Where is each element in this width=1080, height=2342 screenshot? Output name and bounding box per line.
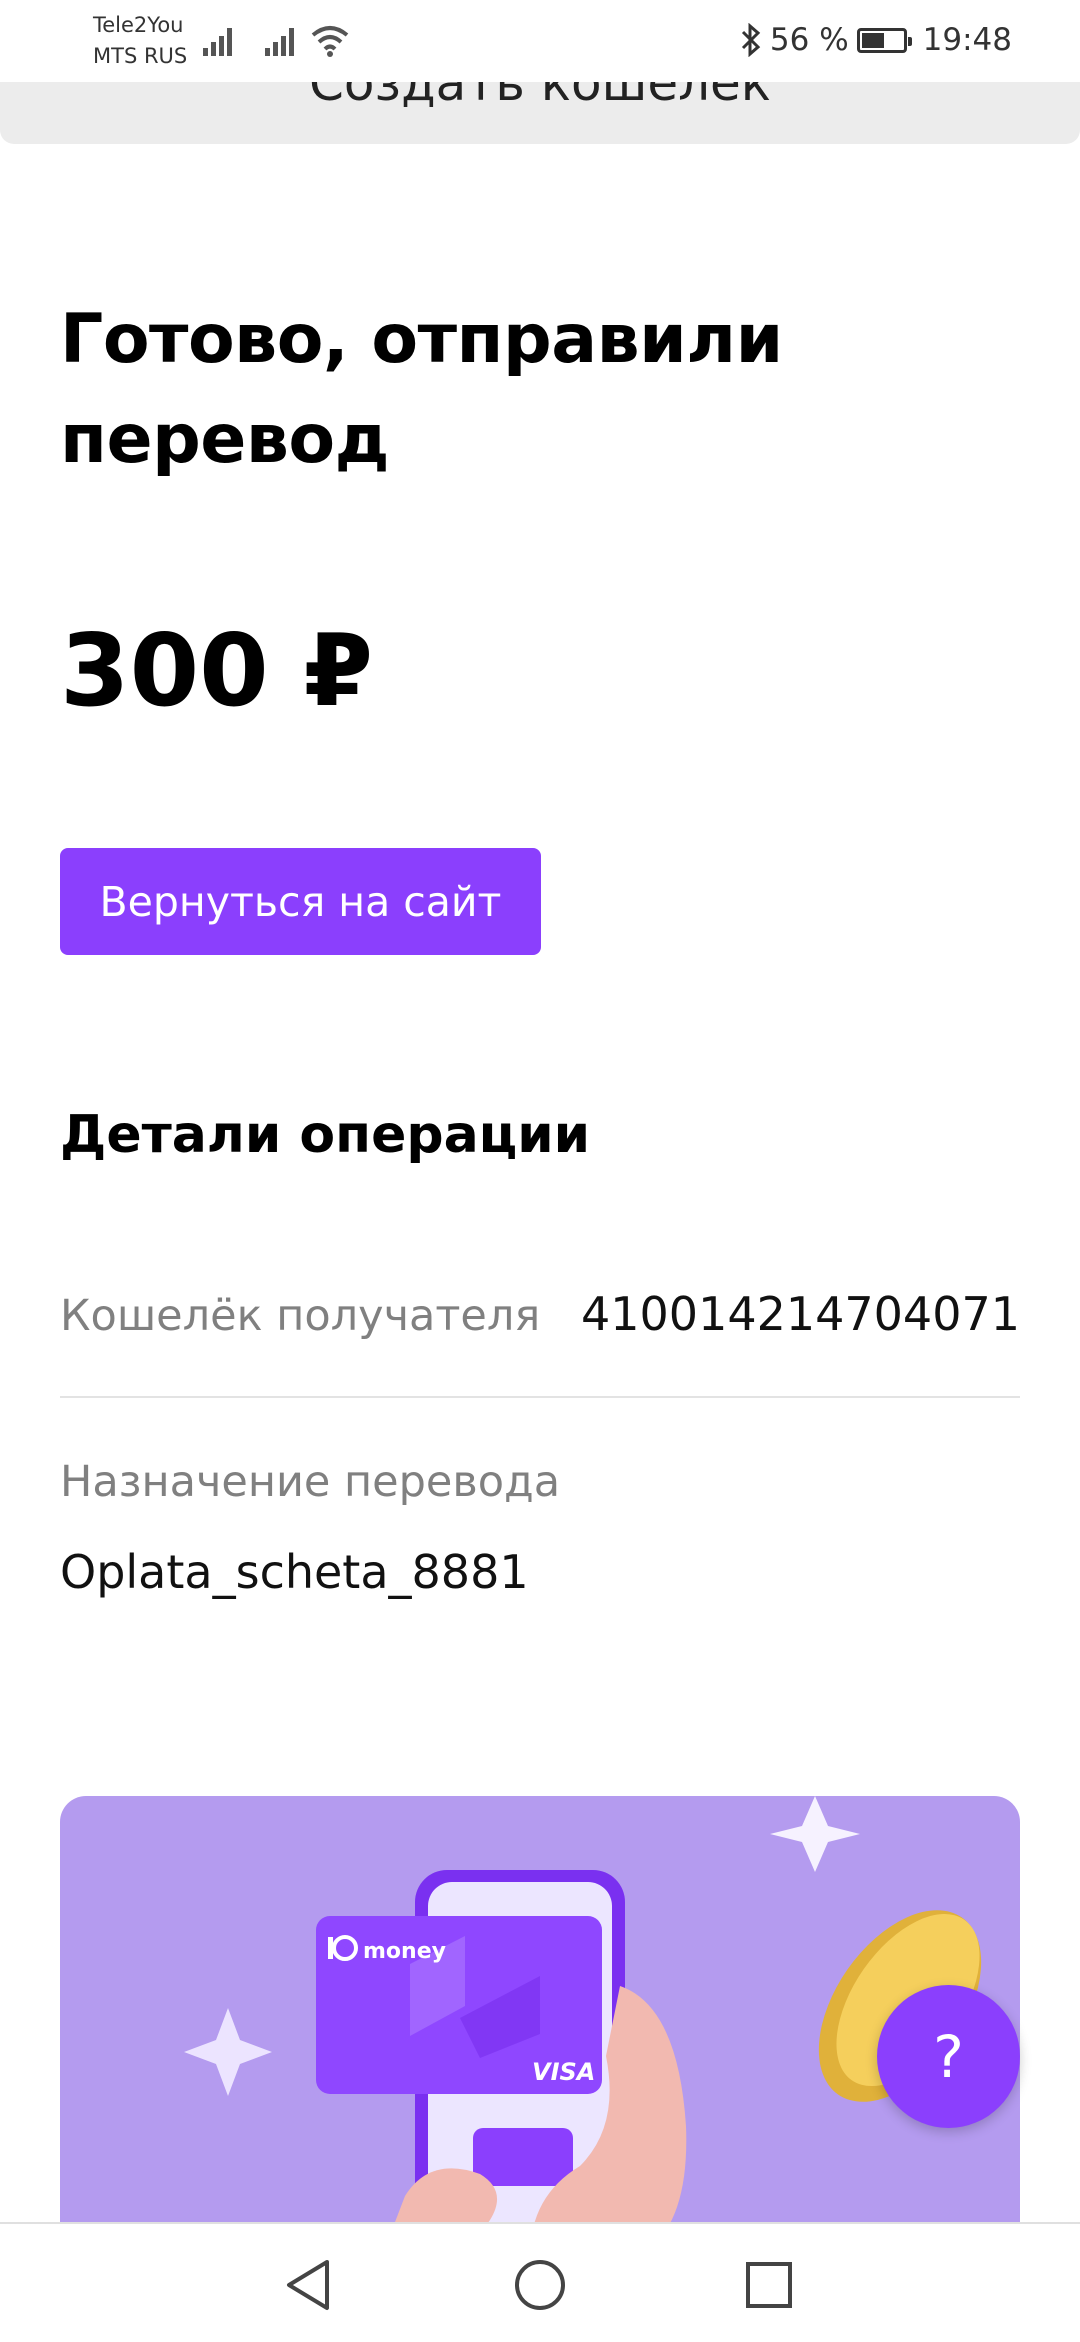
home-nav-button[interactable] [495, 2240, 585, 2330]
create-wallet-label: Создать кошелек [308, 82, 771, 112]
carrier-info: Tele2You MTS RUS [93, 10, 187, 72]
recents-nav-button[interactable] [724, 2240, 814, 2330]
purpose-label: Назначение перевода [60, 1457, 561, 1507]
help-button[interactable]: ? [877, 1985, 1020, 2128]
back-to-site-button[interactable]: Вернуться на сайт [60, 848, 541, 955]
sparkle-icon [184, 2008, 272, 2096]
battery-percent: 56 % [769, 22, 849, 58]
card-network-label: VISA [532, 2058, 595, 2086]
bluetooth-icon [741, 23, 761, 57]
status-right: 56 % 19:48 [740, 20, 1012, 60]
clock: 19:48 [922, 22, 1012, 58]
recipient-wallet-label: Кошелёк получателя [60, 1291, 541, 1341]
recipient-wallet-value: 410014214704071 [581, 1287, 1020, 1341]
recents-square-icon [746, 2262, 792, 2308]
details-divider [60, 1396, 1020, 1398]
battery-icon [856, 27, 912, 53]
navigation-bar [0, 2222, 1080, 2342]
back-nav-button[interactable] [263, 2240, 353, 2330]
details-title: Детали операции [60, 1105, 591, 1165]
promo-illustration: money VISA [62, 1796, 982, 2256]
wifi-icon [311, 26, 349, 57]
card-brand-label: money [363, 1939, 446, 1964]
status-bar: Tele2You MTS RUS 56 % 19:48 [0, 0, 1080, 82]
signal-icon-1 [203, 28, 232, 56]
battery-fill [861, 32, 884, 48]
sparkle-icon [770, 1796, 860, 1872]
promo-banner[interactable]: money VISA [60, 1796, 1020, 2256]
back-triangle-icon [287, 2260, 329, 2310]
page-title: Готово, отправили перевод [60, 300, 783, 479]
transfer-amount: 300 ₽ [60, 612, 374, 729]
carrier-2: MTS RUS [93, 44, 188, 68]
create-wallet-banner[interactable]: Создать кошелек [0, 82, 1080, 144]
signal-icon-2 [265, 28, 294, 56]
purpose-value: Oplata_scheta_8881 [60, 1545, 529, 1599]
carrier-1: Tele2You [93, 13, 184, 37]
home-circle-icon [515, 2260, 565, 2310]
